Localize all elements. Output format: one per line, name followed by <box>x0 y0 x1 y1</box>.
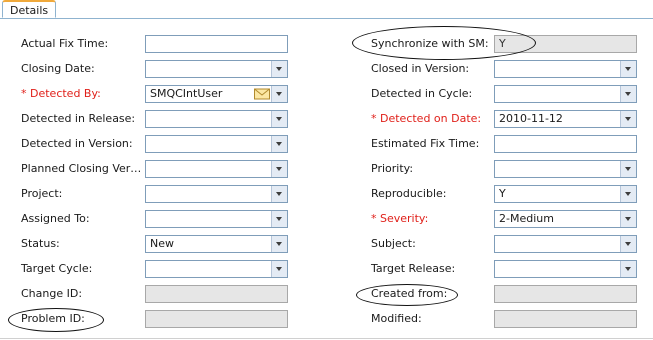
chevron-down-icon[interactable] <box>620 261 636 277</box>
synchronize-with-sm-field: Y <box>494 35 637 53</box>
chevron-down-icon[interactable] <box>271 186 287 202</box>
detected-in-version-label: Detected in Version: <box>21 137 133 150</box>
priority-select[interactable] <box>494 160 637 178</box>
synchronize-with-sm-label: Synchronize with SM: <box>371 37 489 50</box>
closing-date-label: Closing Date: <box>21 62 95 75</box>
tab-details[interactable]: Details <box>2 0 57 18</box>
chevron-down-icon[interactable] <box>620 211 636 227</box>
detected-in-release-select[interactable] <box>145 110 288 128</box>
modified-label: Modified: <box>371 312 422 325</box>
chevron-down-icon[interactable] <box>271 211 287 227</box>
actual-fix-time-label: Actual Fix Time: <box>21 37 109 50</box>
target-release-select[interactable] <box>494 260 637 278</box>
chevron-down-icon[interactable] <box>271 86 287 102</box>
subject-select[interactable] <box>494 235 637 253</box>
synchronize-with-sm-value: Y <box>499 37 506 50</box>
priority-label: Priority: <box>371 162 414 175</box>
bottom-divider <box>0 338 653 339</box>
detected-in-cycle-label: Detected in Cycle: <box>371 87 473 100</box>
closing-date-select[interactable] <box>145 60 288 78</box>
chevron-down-icon[interactable] <box>620 161 636 177</box>
problem-id-field <box>145 310 288 328</box>
chevron-down-icon[interactable] <box>620 61 636 77</box>
chevron-down-icon[interactable] <box>271 261 287 277</box>
reproducible-value: Y <box>499 187 506 200</box>
status-value: New <box>150 237 174 250</box>
estimated-fix-time-label: Estimated Fix Time: <box>371 137 480 150</box>
closed-in-version-select[interactable] <box>494 60 637 78</box>
created-from-field <box>494 285 637 303</box>
modified-field <box>494 310 637 328</box>
detected-on-date-value: 2010-11-12 <box>499 112 563 125</box>
chevron-down-icon[interactable] <box>620 236 636 252</box>
change-id-label: Change ID: <box>21 287 83 300</box>
created-from-label: Created from: <box>371 287 448 300</box>
tab-bar: Details <box>0 0 653 19</box>
chevron-down-icon[interactable] <box>271 236 287 252</box>
project-label: Project: <box>21 187 63 200</box>
status-select[interactable]: New <box>145 235 288 253</box>
detected-on-date-select[interactable]: 2010-11-12 <box>494 110 637 128</box>
chevron-down-icon[interactable] <box>271 61 287 77</box>
detected-by-label: * Detected By: <box>21 87 101 100</box>
planned-closing-ver-label: Planned Closing Ver… <box>21 162 142 175</box>
problem-id-label: Problem ID: <box>21 312 85 325</box>
chevron-down-icon[interactable] <box>620 186 636 202</box>
closed-in-version-label: Closed in Version: <box>371 62 470 75</box>
detected-by-field[interactable]: SMQCIntUser <box>145 85 288 103</box>
change-id-field <box>145 285 288 303</box>
target-release-label: Target Release: <box>371 262 456 275</box>
severity-value: 2-Medium <box>499 212 554 225</box>
assigned-to-label: Assigned To: <box>21 212 90 225</box>
tab-divider <box>0 18 653 19</box>
planned-closing-ver-select[interactable] <box>145 160 288 178</box>
detected-by-value: SMQCIntUser <box>150 87 223 100</box>
subject-label: Subject: <box>371 237 416 250</box>
chevron-down-icon[interactable] <box>271 111 287 127</box>
reproducible-select[interactable]: Y <box>494 185 637 203</box>
reproducible-label: Reproducible: <box>371 187 447 200</box>
detected-on-date-label: * Detected on Date: <box>371 112 482 125</box>
status-label: Status: <box>21 237 60 250</box>
detected-in-release-label: Detected in Release: <box>21 112 136 125</box>
detected-in-version-select[interactable] <box>145 135 288 153</box>
severity-select[interactable]: 2-Medium <box>494 210 637 228</box>
target-cycle-select[interactable] <box>145 260 288 278</box>
project-select[interactable] <box>145 185 288 203</box>
target-cycle-label: Target Cycle: <box>21 262 93 275</box>
envelope-icon[interactable] <box>253 87 271 101</box>
chevron-down-icon[interactable] <box>620 86 636 102</box>
estimated-fix-time-field[interactable] <box>494 135 637 153</box>
severity-label: * Severity: <box>371 212 429 225</box>
actual-fix-time-field[interactable] <box>145 35 288 53</box>
assigned-to-select[interactable] <box>145 210 288 228</box>
chevron-down-icon[interactable] <box>271 136 287 152</box>
chevron-down-icon[interactable] <box>620 111 636 127</box>
detected-in-cycle-select[interactable] <box>494 85 637 103</box>
chevron-down-icon[interactable] <box>271 161 287 177</box>
